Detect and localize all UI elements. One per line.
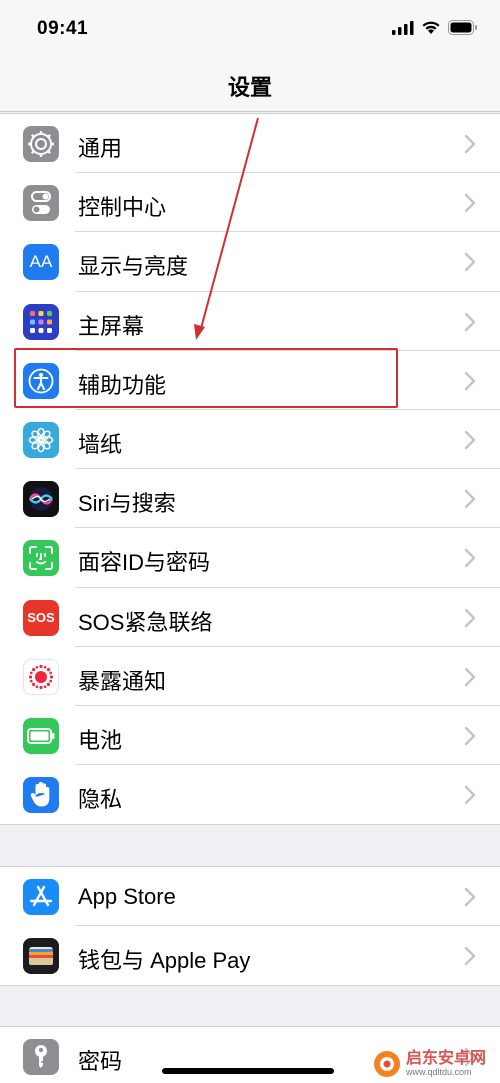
settings-row-label: 电池 xyxy=(78,727,123,753)
chevron-right-icon xyxy=(464,134,476,154)
text-size-icon: AA xyxy=(23,244,59,281)
exposure-icon xyxy=(23,658,59,695)
toggles-icon xyxy=(23,185,59,222)
cellular-signal-icon xyxy=(392,20,414,40)
settings-row-face-id-passcode[interactable]: 面容ID与密码 xyxy=(0,528,500,588)
hand-icon xyxy=(23,777,59,814)
page-title: 设置 xyxy=(227,75,272,100)
settings-row-wallpaper[interactable]: 墙纸 xyxy=(0,410,500,470)
home-grid-icon xyxy=(23,303,59,340)
settings-row-label: 控制中心 xyxy=(78,195,167,221)
chevron-right-icon xyxy=(464,312,476,331)
settings-row-display-brightness[interactable]: AA 显示与亮度 xyxy=(0,232,500,292)
chevron-right-icon xyxy=(464,193,476,213)
chevron-right-icon xyxy=(464,489,476,509)
flower-icon xyxy=(23,421,59,458)
settings-row-label: Siri与搜索 xyxy=(78,491,176,517)
settings-row-label: 辅助功能 xyxy=(78,372,167,398)
app-store-icon xyxy=(23,879,59,915)
icon-text: SOS xyxy=(27,610,55,625)
chevron-right-icon xyxy=(464,430,476,450)
status-icons xyxy=(392,20,478,40)
settings-row-siri-search[interactable]: Siri与搜索 xyxy=(0,469,500,529)
face-id-icon xyxy=(23,540,59,577)
status-bar: 09:41 xyxy=(0,0,500,60)
settings-row-wallet-apple-pay[interactable]: 钱包与 Apple Pay xyxy=(0,926,500,985)
settings-row-label: 钱包与 Apple Pay xyxy=(78,948,251,974)
status-time: 09:41 xyxy=(37,18,89,39)
chevron-right-icon xyxy=(464,946,476,966)
key-icon xyxy=(23,1039,59,1075)
chevron-right-icon xyxy=(464,608,476,627)
gear-icon xyxy=(23,126,59,162)
settings-row-general[interactable]: 通用 xyxy=(0,114,500,174)
settings-row-label: SOS紧急联络 xyxy=(78,609,213,635)
settings-row-battery[interactable]: 电池 xyxy=(0,706,500,766)
settings-row-label: 通用 xyxy=(78,136,123,161)
battery-icon xyxy=(23,717,59,754)
accessibility-icon xyxy=(23,362,59,399)
settings-row-emergency-sos[interactable]: SOS SOS紧急联络 xyxy=(0,588,500,647)
battery-status-icon xyxy=(448,20,478,40)
chevron-right-icon xyxy=(464,549,476,568)
settings-row-privacy[interactable]: 隐私 xyxy=(0,765,500,824)
settings-group-store: App Store 钱包与 Apple Pay xyxy=(0,866,500,987)
chevron-right-icon xyxy=(464,667,476,686)
settings-row-label: 面容ID与密码 xyxy=(78,550,211,576)
navigation-bar: 设置 xyxy=(0,60,500,112)
settings-row-exposure-notifications[interactable]: 暴露通知 xyxy=(0,647,500,706)
home-indicator xyxy=(162,1068,334,1074)
settings-row-label: 墙纸 xyxy=(78,431,123,457)
settings-row-label: 显示与亮度 xyxy=(78,254,189,280)
chevron-right-icon xyxy=(464,253,476,272)
watermark-url: www.qdltdu.com xyxy=(406,1067,472,1077)
watermark-logo-icon xyxy=(374,1051,400,1077)
settings-row-label: 暴露通知 xyxy=(78,668,167,694)
watermark-text-block: 启东安卓网 www.qdltdu.com xyxy=(406,1050,487,1078)
settings-row-label: 主屏幕 xyxy=(78,313,145,339)
chevron-right-icon xyxy=(464,887,476,907)
chevron-right-icon xyxy=(464,785,476,805)
sos-icon: SOS xyxy=(23,599,59,636)
settings-row-control-center[interactable]: 控制中心 xyxy=(0,173,500,233)
siri-icon xyxy=(23,481,59,518)
site-watermark: 启东安卓网 www.qdltdu.com xyxy=(372,1046,498,1082)
wifi-icon xyxy=(421,20,441,40)
icon-text: AA xyxy=(29,252,53,272)
chevron-right-icon xyxy=(464,371,476,390)
settings-row-label: 密码 xyxy=(78,1049,123,1074)
settings-row-home-screen[interactable]: 主屏幕 xyxy=(0,292,500,351)
settings-row-label: 隐私 xyxy=(78,787,123,813)
wallet-icon xyxy=(23,938,59,975)
settings-group-main: 通用 控制中心 AA 显示与亮度 主屏幕 辅助功能 墙纸 Siri与搜索 面容I… xyxy=(0,113,500,826)
watermark-name: 启东安卓网 xyxy=(406,1050,487,1067)
chevron-right-icon xyxy=(464,726,476,746)
settings-row-label: App Store xyxy=(78,884,176,909)
settings-row-accessibility[interactable]: 辅助功能 xyxy=(0,351,500,410)
settings-row-app-store[interactable]: App Store xyxy=(0,867,500,927)
